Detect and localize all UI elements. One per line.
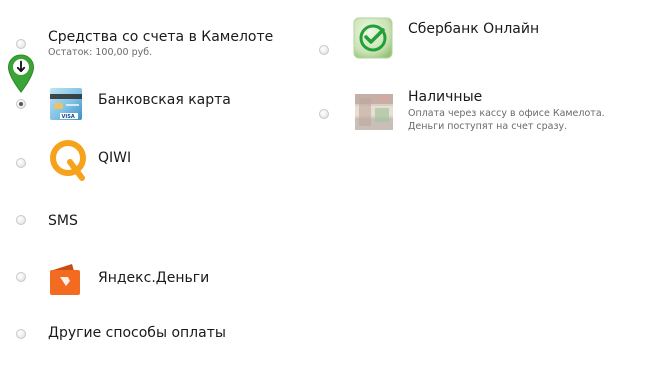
cash-description-line2: Деньги поступят на счет сразу. (408, 121, 568, 132)
sberbank-online-option-label[interactable]: Сбербанк Онлайн (408, 21, 539, 37)
qiwi-radio[interactable] (16, 158, 26, 168)
sms-radio[interactable] (16, 215, 26, 225)
yandex-money-option-label[interactable]: Яндекс.Деньги (98, 270, 209, 286)
yandex-money-radio[interactable] (16, 272, 26, 282)
cash-banknotes-icon (353, 90, 395, 134)
sms-option-label[interactable]: SMS (48, 213, 78, 229)
cash-option-label[interactable]: Наличные (408, 89, 482, 105)
bank-card-icon: VISA (48, 82, 84, 122)
qiwi-option-label[interactable]: QIWI (98, 150, 131, 166)
down-arrow-pin-icon (7, 54, 35, 96)
cash-description-line1: Оплата через кассу в офисе Камелота. (408, 108, 605, 119)
balance-option-label[interactable]: Средства со счета в Камелоте (48, 29, 273, 45)
sberbank-online-radio[interactable] (319, 45, 329, 55)
balance-radio[interactable] (16, 39, 26, 49)
yandex-money-wallet-icon (48, 262, 82, 296)
balance-remaining-text: Остаток: 100,00 руб. (48, 47, 153, 58)
qiwi-logo-icon (48, 138, 92, 182)
other-methods-radio[interactable] (16, 329, 26, 339)
visa-logo: VISA (62, 114, 75, 120)
bank-card-option-label[interactable]: Банковская карта (98, 92, 231, 108)
sberbank-logo-icon (353, 17, 393, 59)
other-methods-option-label[interactable]: Другие способы оплаты (48, 325, 226, 341)
cash-radio[interactable] (319, 109, 329, 119)
bank-card-radio[interactable] (16, 99, 26, 109)
